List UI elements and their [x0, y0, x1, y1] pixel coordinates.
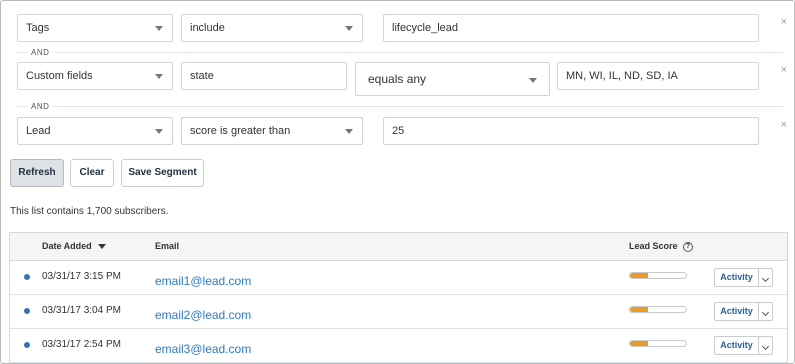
filter-3-operator-label: score is greater than [190, 125, 291, 137]
lead-score-bar [629, 272, 687, 279]
filter-1-field-label: Tags [26, 22, 50, 34]
filter-3-value-input[interactable]: 25 [383, 117, 759, 145]
lead-score-header: Lead Score ? [629, 241, 694, 252]
segment-builder: Tags include lifecycle_lead × AND Custom… [0, 0, 795, 364]
filter-1-operator-select[interactable]: include [181, 14, 363, 42]
filter-1-value-input[interactable]: lifecycle_lead [383, 14, 759, 42]
filter-row-2: Custom fields state equals any MN, WI, I… [17, 62, 787, 96]
filter-2-operator-select[interactable]: equals any [355, 62, 550, 96]
filter-2-operator-label: equals any [368, 72, 427, 86]
activity-dropdown-icon[interactable] [758, 336, 773, 355]
subscriber-table: Date Added Email Lead Score ? 03/31/17 3… [9, 232, 788, 363]
chevron-down-icon [155, 26, 163, 31]
refresh-button[interactable]: Refresh [10, 159, 64, 187]
lead-score-fill [630, 341, 649, 346]
chevron-down-icon [529, 78, 537, 83]
filter-2-remove-icon[interactable]: × [781, 64, 787, 76]
status-dot-icon [24, 308, 30, 314]
filter-row-3: Lead score is greater than 25 × [17, 117, 787, 147]
table-header: Date Added Email Lead Score ? [10, 233, 787, 261]
chevron-down-icon [155, 74, 163, 79]
chevron-down-icon [345, 26, 353, 31]
date-added-cell: 03/31/17 3:15 PM [42, 271, 121, 282]
filter-row-1: Tags include lifecycle_lead × [17, 14, 787, 44]
filter-3-value-text: 25 [392, 125, 405, 137]
email-link[interactable]: email1@lead.com [155, 274, 251, 288]
lead-score-header-label: Lead Score [629, 241, 678, 251]
subscriber-count: This list contains 1,700 subscribers. [10, 206, 169, 217]
lead-score-bar [629, 340, 687, 347]
date-added-cell: 03/31/17 3:04 PM [42, 305, 121, 316]
lead-score-bar [629, 306, 687, 313]
email-link[interactable]: email2@lead.com [155, 308, 251, 322]
table-row: 03/31/17 2:54 PM email3@lead.com Activit… [10, 329, 787, 363]
activity-dropdown-icon[interactable] [758, 302, 773, 321]
filter-2-value-text: MN, WI, IL, ND, SD, IA [566, 70, 678, 82]
filter-2-field-label: Custom fields [26, 70, 93, 82]
filter-2-subfield-text: state [190, 70, 214, 82]
help-icon[interactable]: ? [683, 241, 694, 252]
activity-button[interactable]: Activity [714, 302, 759, 321]
chevron-down-icon [345, 129, 353, 134]
activity-button[interactable]: Activity [714, 336, 759, 355]
activity-button[interactable]: Activity [714, 268, 759, 287]
lead-score-fill [630, 307, 649, 312]
save-segment-button[interactable]: Save Segment [121, 159, 204, 187]
sort-desc-icon [98, 244, 107, 250]
filter-1-operator-label: include [190, 22, 225, 34]
chevron-down-icon [155, 129, 163, 134]
filter-2-field-select[interactable]: Custom fields [17, 62, 173, 90]
email-link[interactable]: email3@lead.com [155, 342, 251, 356]
filter-3-field-select[interactable]: Lead [17, 117, 173, 145]
filter-3-operator-select[interactable]: score is greater than [181, 117, 363, 145]
status-dot-icon [24, 274, 30, 280]
date-added-header-label: Date Added [42, 241, 92, 251]
lead-score-fill [630, 273, 649, 278]
table-row: 03/31/17 3:04 PM email2@lead.com Activit… [10, 295, 787, 329]
date-added-header[interactable]: Date Added [42, 241, 107, 251]
filter-3-field-label: Lead [26, 125, 51, 137]
filter-2-value-input[interactable]: MN, WI, IL, ND, SD, IA [557, 62, 759, 90]
activity-dropdown-icon[interactable] [758, 268, 773, 287]
and-connector-2: AND [27, 102, 54, 111]
table-row: 03/31/17 3:15 PM email1@lead.com Activit… [10, 261, 787, 295]
clear-button[interactable]: Clear [70, 159, 114, 187]
filter-3-remove-icon[interactable]: × [781, 119, 787, 131]
and-connector-1: AND [27, 48, 54, 57]
status-dot-icon [24, 342, 30, 348]
filter-1-remove-icon[interactable]: × [781, 16, 787, 28]
email-header: Email [155, 241, 180, 251]
divider [17, 106, 784, 107]
divider [17, 52, 784, 53]
filter-1-field-select[interactable]: Tags [17, 14, 173, 42]
filter-1-value-text: lifecycle_lead [392, 22, 459, 34]
filter-2-subfield-input[interactable]: state [181, 62, 347, 90]
date-added-cell: 03/31/17 2:54 PM [42, 339, 121, 350]
